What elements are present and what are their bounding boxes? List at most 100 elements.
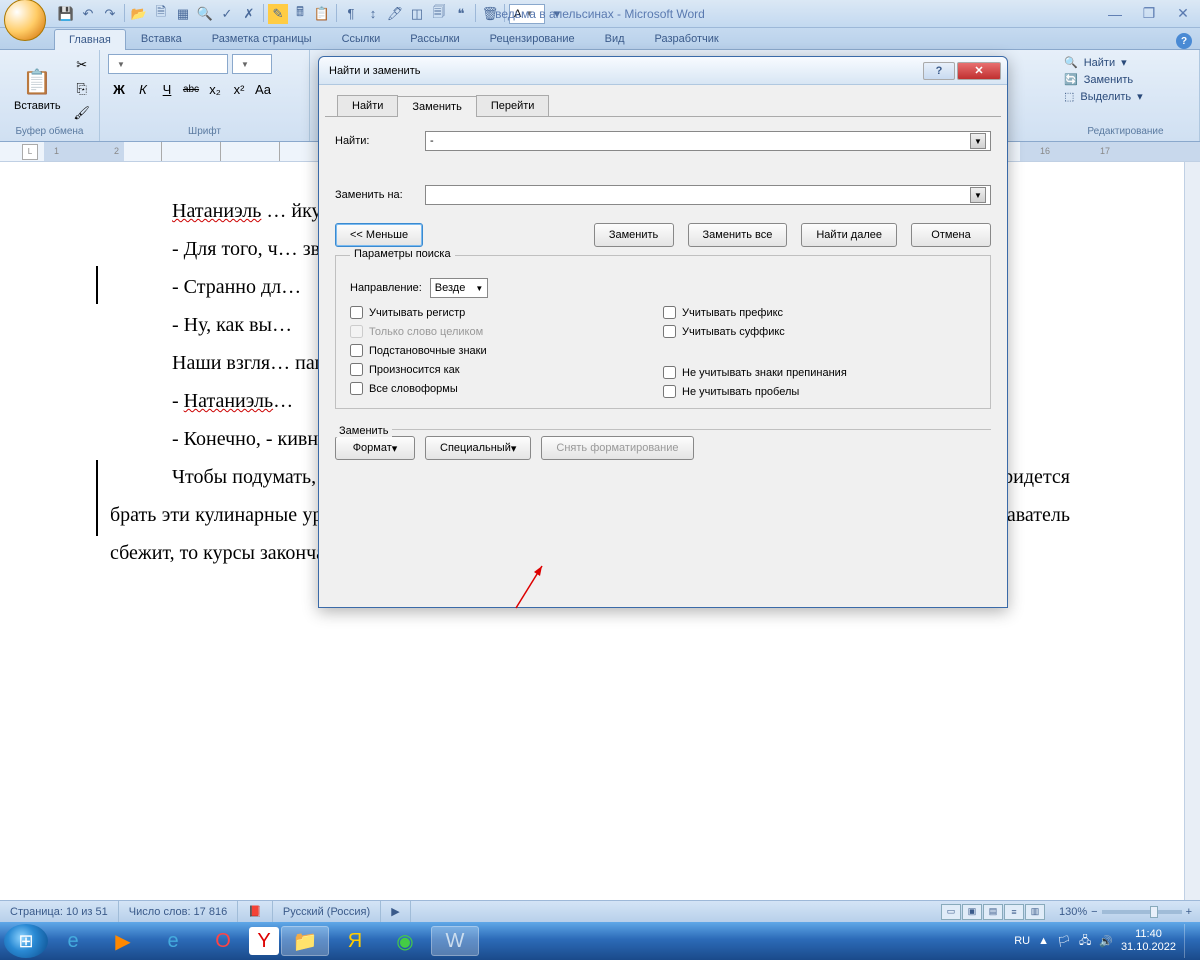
strike-button[interactable]: abc [180,78,202,100]
qat-accept-icon[interactable]: ✓ [217,4,237,24]
tab-home[interactable]: Главная [54,29,126,50]
replace-one-button[interactable]: Заменить [594,223,674,247]
bold-button[interactable]: Ж [108,78,130,100]
direction-select[interactable]: Везде▼ [430,278,488,298]
tray-flag-icon[interactable]: 🏳 [1057,935,1071,948]
web-layout-icon[interactable]: ▤ [983,904,1003,920]
qat-highlight-icon[interactable]: ✎ [268,4,288,24]
zoom-slider[interactable] [1102,910,1182,914]
page-status[interactable]: Страница: 10 из 51 [0,901,119,922]
task-yandex[interactable]: Y [249,927,279,955]
cancel-button[interactable]: Отмена [911,223,991,247]
zoom-out-icon[interactable]: − [1091,906,1097,918]
select-button[interactable]: ⬚Выделить ▾ [1060,88,1191,105]
check-prefix[interactable]: Учитывать префикс [663,306,976,319]
help-icon[interactable]: ? [1176,33,1192,49]
task-ie2[interactable]: e [149,926,197,956]
language-status[interactable]: Русский (Россия) [273,901,381,922]
tray-show-hidden-icon[interactable]: ▲ [1038,935,1049,947]
qat-quote-icon[interactable]: ❝ [451,4,471,24]
tab-review[interactable]: Рецензирование [475,28,590,49]
task-wmp[interactable]: ▶ [99,926,147,956]
find-next-button[interactable]: Найти далее [801,223,897,247]
print-layout-icon[interactable]: ▭ [941,904,961,920]
draft-icon[interactable]: ▥ [1025,904,1045,920]
qat-calc-icon[interactable]: 🖩 [290,4,310,24]
chevron-down-icon[interactable]: ▼ [970,133,986,149]
qat-notepad-icon[interactable]: 📋 [312,4,332,24]
qat-sticky-icon[interactable]: 🗐 [429,4,449,24]
tray-network-icon[interactable]: 🖧 [1079,932,1091,951]
zoom-level[interactable]: 130% [1059,906,1087,918]
zoom-in-icon[interactable]: + [1186,906,1192,918]
tab-insert[interactable]: Вставка [126,28,197,49]
task-ie[interactable]: e [49,926,97,956]
check-sounds-like[interactable]: Произносится как [350,363,663,376]
chevron-down-icon[interactable]: ▼ [970,187,986,203]
check-word-forms[interactable]: Все словоформы [350,382,663,395]
qat-table-icon[interactable]: ▦ [173,4,193,24]
font-size-combo[interactable]: ▼ [232,54,272,74]
replace-button[interactable]: 🔄Заменить [1060,71,1191,88]
tab-page-layout[interactable]: Разметка страницы [197,28,327,49]
superscript-button[interactable]: x² [228,78,250,100]
tab-mailings[interactable]: Рассылки [395,28,474,49]
check-suffix[interactable]: Учитывать суффикс [663,325,976,338]
replace-input[interactable]: ▼ [425,185,991,205]
check-ignore-space[interactable]: Не учитывать пробелы [663,385,976,398]
outline-icon[interactable]: ≡ [1004,904,1024,920]
task-opera[interactable]: O [199,926,247,956]
start-button[interactable]: ⊞ [4,924,48,958]
underline-button[interactable]: Ч [156,78,178,100]
find-button[interactable]: 🔍Найти ▾ [1060,54,1191,71]
tab-references[interactable]: Ссылки [327,28,396,49]
office-button[interactable] [4,0,46,41]
tray-lang[interactable]: RU [1014,935,1030,947]
check-ignore-punct[interactable]: Не учитывать знаки препинания [663,366,976,379]
qat-new-icon[interactable]: 🗎 [151,4,171,24]
less-button[interactable]: << Меньше [335,223,423,247]
qat-save-icon[interactable]: 💾 [56,4,76,24]
check-wildcards[interactable]: Подстановочные знаки [350,344,663,357]
find-input[interactable]: -▼ [425,131,991,151]
minimize-icon[interactable]: — [1102,6,1128,22]
restore-icon[interactable]: ❐ [1136,6,1162,22]
copy-icon[interactable]: ⎘ [71,78,93,100]
format-painter-icon[interactable]: 🖌 [71,102,93,124]
vertical-scrollbar[interactable] [1184,162,1200,902]
font-name-combo[interactable]: ▼ [108,54,228,74]
tab-goto[interactable]: Перейти [476,95,550,116]
replace-all-button[interactable]: Заменить все [688,223,788,247]
dialog-close-button[interactable]: ✕ [957,62,1001,80]
close-icon[interactable]: ✕ [1170,6,1196,22]
tab-developer[interactable]: Разработчик [640,28,734,49]
tray-volume-icon[interactable]: 🔊 [1099,935,1113,948]
tab-replace[interactable]: Заменить [397,96,476,117]
proofing-icon[interactable]: 📕 [238,901,273,922]
qat-open-icon[interactable]: 📂 [129,4,149,24]
task-yandex-disk[interactable]: Я [331,926,379,956]
format-button[interactable]: Формат ▾ [335,436,415,460]
tab-selector[interactable]: L [22,144,38,160]
task-word[interactable]: W [431,926,479,956]
special-button[interactable]: Специальный ▾ [425,436,531,460]
cut-icon[interactable]: ✂ [71,54,93,76]
dialog-help-button[interactable]: ? [923,62,955,80]
tab-view[interactable]: Вид [590,28,640,49]
check-match-case[interactable]: Учитывать регистр [350,306,663,319]
full-screen-icon[interactable]: ▣ [962,904,982,920]
task-green[interactable]: ◉ [381,926,429,956]
qat-reject-icon[interactable]: ✗ [239,4,259,24]
paste-button[interactable]: 📋 Вставить [8,64,67,114]
tray-clock[interactable]: 11:40 31.10.2022 [1121,928,1176,954]
qat-para-icon[interactable]: ¶ [341,4,361,24]
tab-find[interactable]: Найти [337,95,398,116]
italic-button[interactable]: К [132,78,154,100]
task-explorer[interactable]: 📁 [281,926,329,956]
dialog-title-bar[interactable]: Найти и заменить ? ✕ [319,57,1007,85]
qat-undo-icon[interactable]: ↶ [78,4,98,24]
qat-color-icon[interactable]: 🖊 [385,4,405,24]
macro-status[interactable]: ▶ [381,901,410,922]
qat-script-icon[interactable]: ↕ [363,4,383,24]
subscript-button[interactable]: x₂ [204,78,226,100]
